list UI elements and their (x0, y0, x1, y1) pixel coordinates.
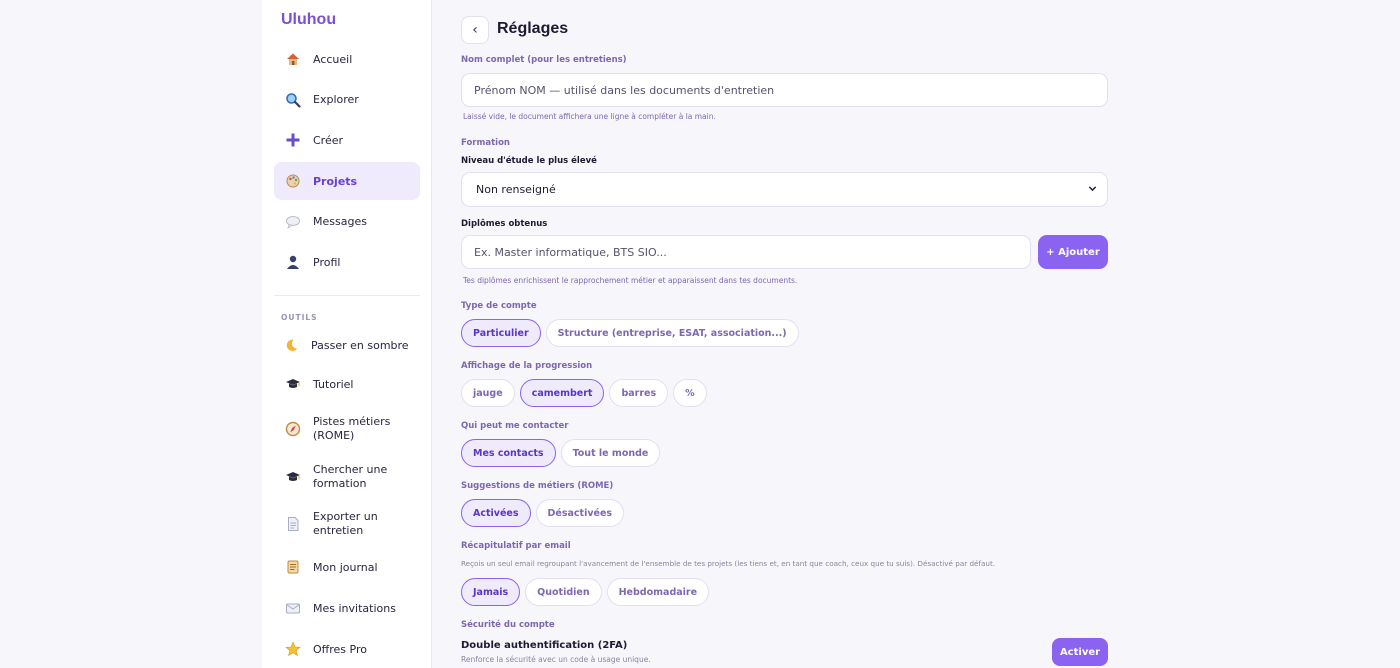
graduation-cap-icon (284, 468, 302, 486)
compass-icon (284, 420, 302, 438)
tool-mes-invitations[interactable]: Mes invitations (274, 599, 420, 617)
contact-label: Qui peut me contacter (461, 421, 569, 431)
diplomas-placeholder: Ex. Master informatique, BTS SIO... (474, 245, 667, 259)
progress-option-jauge[interactable]: jauge (461, 379, 515, 407)
tool-label-line2: entretien (313, 524, 364, 537)
envelope-icon (284, 599, 302, 617)
tool-label-line1: Chercher une (313, 463, 388, 476)
progress-display-label: Affichage de la progression (461, 361, 593, 371)
tool-tutoriel[interactable]: Tutoriel (274, 375, 420, 393)
chevron-down-icon (1088, 184, 1097, 196)
account-type-options: Particulier Structure (entreprise, ESAT,… (461, 319, 799, 347)
email-recap-options: Jamais Quotidien Hebdomadaire (461, 578, 710, 606)
education-level-value: Non renseigné (476, 183, 556, 196)
page-title: Réglages (497, 20, 569, 37)
progress-option-camembert[interactable]: camembert (519, 379, 605, 407)
document-icon (284, 515, 302, 533)
house-icon (284, 50, 302, 68)
tool-offres-pro[interactable]: Offres Pro (274, 640, 420, 658)
tool-dark-mode[interactable]: Passer en sombre (274, 336, 420, 354)
email-recap-description: Reçois un seul email regroupant l'avance… (461, 559, 996, 568)
add-diploma-button[interactable]: + Ajouter (1038, 235, 1108, 269)
speech-bubble-icon (284, 213, 302, 231)
suggestions-label: Suggestions de métiers (ROME) (461, 481, 614, 491)
app-logo[interactable]: Uluhou (281, 11, 336, 29)
scroll-icon (284, 558, 302, 576)
chevron-left-icon: ‹ (472, 22, 478, 38)
sidebar-divider (274, 295, 420, 296)
full-name-hint: Laissé vide, le document affichera une l… (463, 112, 716, 121)
tool-label: Tutoriel (313, 377, 354, 391)
sidebar-item-creer[interactable]: Créer (274, 121, 420, 159)
suggestions-options: Activées Désactivées (461, 499, 625, 527)
tool-label: Mes invitations (313, 601, 396, 615)
plus-icon (284, 131, 302, 149)
tool-chercher-formation[interactable]: Chercher une formation (274, 463, 420, 491)
activate-2fa-button[interactable]: Activer (1052, 638, 1108, 666)
sidebar: Uluhou Accueil Explorer Créer Projets Me… (262, 0, 432, 668)
suggestions-option-desactivees[interactable]: Désactivées (535, 499, 625, 527)
main-nav: Accueil Explorer Créer Projets Messages (274, 40, 420, 284)
account-type-option-structure[interactable]: Structure (entreprise, ESAT, association… (545, 319, 799, 347)
security-label: Sécurité du compte (461, 620, 555, 630)
sidebar-item-explorer[interactable]: Explorer (274, 81, 420, 119)
sidebar-item-label: Accueil (313, 52, 353, 66)
sidebar-item-profil[interactable]: Profil (274, 243, 420, 281)
tool-label-line2: (ROME) (313, 429, 355, 442)
education-level-label: Niveau d'étude le plus élevé (461, 156, 597, 166)
email-recap-option-jamais[interactable]: Jamais (461, 578, 521, 606)
diplomas-input[interactable]: Ex. Master informatique, BTS SIO... (461, 235, 1031, 269)
email-recap-option-quotidien[interactable]: Quotidien (525, 578, 602, 606)
contact-option-mes-contacts[interactable]: Mes contacts (461, 439, 556, 467)
progress-option-percent[interactable]: % (673, 379, 707, 407)
account-type-label: Type de compte (461, 301, 537, 311)
tool-label: Passer en sombre (311, 338, 409, 352)
tool-label: Mon journal (313, 560, 378, 574)
magnifier-icon (284, 91, 302, 109)
full-name-label: Nom complet (pour les entretiens) (461, 55, 627, 65)
star-icon (284, 640, 302, 658)
palette-icon (284, 172, 302, 190)
contact-options: Mes contacts Tout le monde (461, 439, 661, 467)
sidebar-item-label: Messages (313, 215, 367, 229)
email-recap-option-hebdomadaire[interactable]: Hebdomadaire (606, 578, 710, 606)
sidebar-item-label: Créer (313, 133, 344, 147)
full-name-input[interactable]: Prénom NOM — utilisé dans les documents … (461, 73, 1108, 107)
email-recap-label: Récapitulatif par email (461, 541, 571, 551)
tools-section-label: OUTILS (281, 313, 318, 322)
sidebar-item-accueil[interactable]: Accueil (274, 40, 420, 78)
education-level-select[interactable]: Non renseigné (461, 172, 1108, 207)
twofa-title: Double authentification (2FA) (461, 640, 628, 651)
tool-mon-journal[interactable]: Mon journal (274, 558, 420, 576)
tool-label: Offres Pro (313, 642, 367, 656)
tool-label-line1: Exporter un (313, 510, 378, 523)
sidebar-item-label: Profil (313, 255, 341, 269)
moon-icon (282, 336, 300, 354)
tool-label-line1: Pistes métiers (313, 415, 391, 428)
contact-option-tout-le-monde[interactable]: Tout le monde (560, 439, 661, 467)
tool-exporter-entretien[interactable]: Exporter un entretien (274, 510, 420, 538)
back-button[interactable]: ‹ (461, 16, 489, 44)
sidebar-item-messages[interactable]: Messages (274, 203, 420, 241)
settings-page: ‹ Réglages Nom complet (pour les entreti… (461, 0, 1108, 668)
diplomas-label: Diplômes obtenus (461, 219, 548, 229)
full-name-placeholder: Prénom NOM — utilisé dans les documents … (474, 83, 775, 97)
sidebar-item-label: Projets (313, 174, 358, 188)
account-type-option-particulier[interactable]: Particulier (461, 319, 541, 347)
sidebar-item-projets[interactable]: Projets (274, 162, 420, 201)
progress-display-options: jauge camembert barres % (461, 379, 707, 407)
suggestions-option-activees[interactable]: Activées (461, 499, 531, 527)
twofa-description: Renforce la sécurité avec un code à usag… (461, 655, 651, 664)
graduation-cap-icon (284, 375, 302, 393)
tool-pistes-metiers[interactable]: Pistes métiers (ROME) (274, 415, 420, 443)
progress-option-barres[interactable]: barres (609, 379, 669, 407)
sidebar-item-label: Explorer (313, 93, 359, 107)
user-icon (284, 253, 302, 271)
tool-label-line2: formation (313, 477, 367, 490)
diplomas-hint: Tes diplômes enrichissent le rapprocheme… (463, 276, 798, 285)
formation-section-label: Formation (461, 138, 510, 148)
